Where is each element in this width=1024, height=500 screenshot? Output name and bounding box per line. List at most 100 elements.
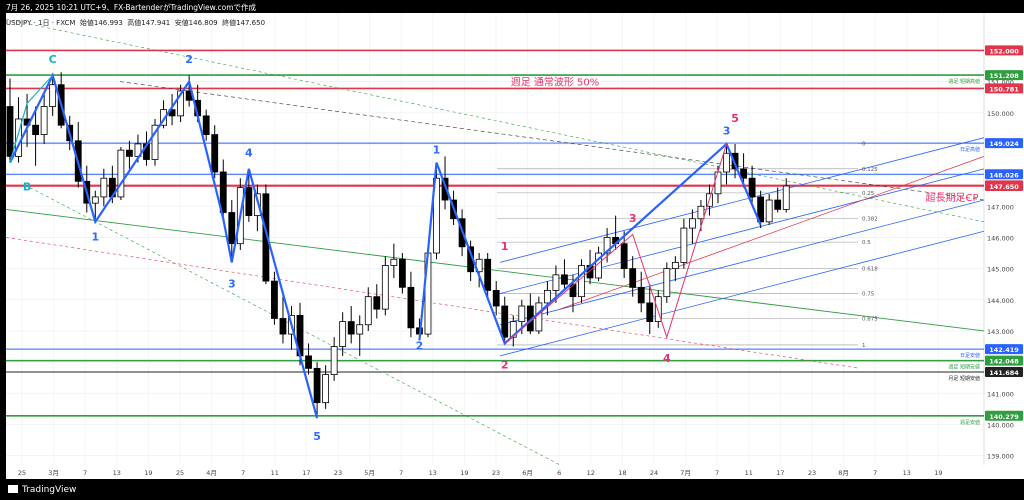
fib-level-label: 0.618 — [862, 267, 878, 273]
candle-body — [390, 258, 398, 266]
x-tick-label: 12 — [587, 469, 595, 477]
x-tick-label: 23 — [492, 469, 500, 477]
candle-body — [347, 321, 355, 335]
x-tick-label: 23 — [334, 469, 342, 477]
wave-label: 1 — [91, 231, 99, 244]
fib-level-label: 0.25 — [862, 191, 875, 197]
wave-label: 4 — [663, 352, 671, 365]
tradingview-brand: TradingView — [22, 485, 77, 495]
wave-label: 1 — [433, 143, 441, 156]
wave-label: 5 — [313, 430, 321, 443]
x-tick-label: 19 — [934, 469, 942, 477]
candle-body — [646, 302, 654, 323]
candle-body — [40, 106, 48, 135]
time-axis-area — [6, 465, 1024, 479]
candle-body — [313, 367, 321, 404]
candle-body — [689, 218, 696, 229]
candle-body — [407, 286, 415, 329]
x-tick-label: 7 — [241, 469, 245, 477]
candle-body — [279, 318, 287, 335]
candle-body — [671, 261, 679, 270]
x-tick-label: 11 — [271, 469, 279, 477]
x-tick-label: 13 — [429, 469, 437, 477]
candle-body — [629, 268, 637, 288]
candle-body — [561, 274, 568, 285]
x-tick-label: 25 — [176, 469, 184, 477]
candle-body — [518, 305, 526, 323]
candle-body — [748, 177, 756, 198]
y-tick-label: 141.000 — [987, 390, 1014, 398]
candle-body — [552, 274, 560, 291]
price-tag-note: 月足 短期安値 — [948, 375, 980, 382]
candle-body — [774, 199, 782, 210]
price-tag-label: 150.781 — [989, 85, 1019, 93]
y-tick-label: 147.000 — [987, 203, 1014, 211]
x-tick-label: 17 — [302, 469, 310, 477]
x-tick-label: 23 — [808, 469, 816, 477]
candle-body — [569, 283, 577, 298]
candle-body — [620, 243, 628, 270]
y-tick-label: 143.000 — [987, 328, 1014, 336]
candle-body — [765, 199, 773, 223]
annotation-weekly-wave: 週足 通常波形 50% — [511, 76, 600, 89]
x-tick-label: 7月 — [680, 469, 691, 477]
price-tag-label: 140.279 — [989, 413, 1019, 421]
x-tick-label: 5月 — [364, 469, 375, 477]
y-tick-label: 139.000 — [987, 453, 1014, 461]
low-value: 安値146.809 — [174, 19, 218, 27]
fib-level-label: 1 — [862, 343, 866, 349]
wave-label: 3 — [629, 212, 637, 225]
symbol-info: USDJPY · 1日 · FXCM 始値146.993 高値147.941 安… — [6, 18, 265, 28]
x-tick-label: 11 — [745, 469, 753, 477]
x-tick-label: 6月 — [522, 469, 533, 477]
candle-body — [381, 265, 389, 310]
fib-level-label: 0.75 — [862, 292, 875, 298]
price-tag-label: 149.024 — [989, 140, 1019, 148]
candle-body — [126, 149, 133, 157]
x-tick-label: 7 — [715, 469, 719, 477]
y-tick-label: 140.000 — [987, 421, 1014, 429]
price-tag-note: 週足 短期高値 — [948, 78, 980, 85]
price-tag-label: 142.048 — [989, 358, 1019, 366]
candle-body — [373, 296, 381, 310]
wave-label: 3 — [723, 125, 731, 138]
wave-label: 2 — [501, 358, 509, 371]
x-tick-label: 7 — [83, 469, 87, 477]
price-tag-label: 147.650 — [989, 183, 1019, 191]
wave-label: 3 — [228, 277, 236, 290]
candle-body — [578, 265, 585, 298]
candle-body — [32, 124, 39, 135]
chart-header-caption: 7月 26, 2025 10:21 UTC+9、FX-BartenderがTra… — [6, 3, 256, 12]
candle-body — [663, 268, 671, 298]
price-tag-label: 152.000 — [989, 47, 1019, 55]
price-tag-label: 141.684 — [989, 369, 1019, 377]
candle-body — [100, 177, 108, 198]
candle-body — [535, 302, 543, 332]
open-value: 始値146.993 — [79, 19, 123, 27]
candle-body — [305, 355, 312, 369]
price-tag-note: 日足高値 — [960, 146, 980, 153]
y-tick-label: 145.000 — [987, 266, 1014, 274]
y-tick-label: 144.000 — [987, 297, 1014, 305]
x-tick-label: 19 — [460, 469, 468, 477]
close-value: 終値147.650 — [222, 19, 266, 27]
fib-level-label: 0.125 — [862, 167, 878, 173]
candle-body — [211, 134, 219, 173]
price-tag-label: 142.419 — [989, 346, 1019, 354]
tradingview-logo[interactable]: TradingView — [8, 485, 76, 495]
candle-body — [680, 227, 688, 263]
candle-body — [492, 290, 500, 307]
candle-body — [117, 149, 125, 198]
fib-level-label: 0.5 — [862, 240, 871, 246]
candle-body — [202, 115, 210, 135]
wave-label: 2 — [185, 53, 193, 66]
wave-label: B — [23, 181, 31, 194]
x-tick-label: 17 — [776, 469, 784, 477]
candle-body — [339, 321, 347, 347]
candle-body — [723, 152, 730, 173]
fib-level-label: 0.382 — [862, 217, 878, 223]
price-tag-note: 週足 短期安値 — [948, 364, 980, 371]
fib-level-label: 0 — [862, 141, 866, 147]
x-tick-label: 24 — [650, 469, 658, 477]
candlestick-chart[interactable]: CB2134512312345週足 通常波形 50%超長期足CP152.0001… — [0, 0, 1024, 500]
